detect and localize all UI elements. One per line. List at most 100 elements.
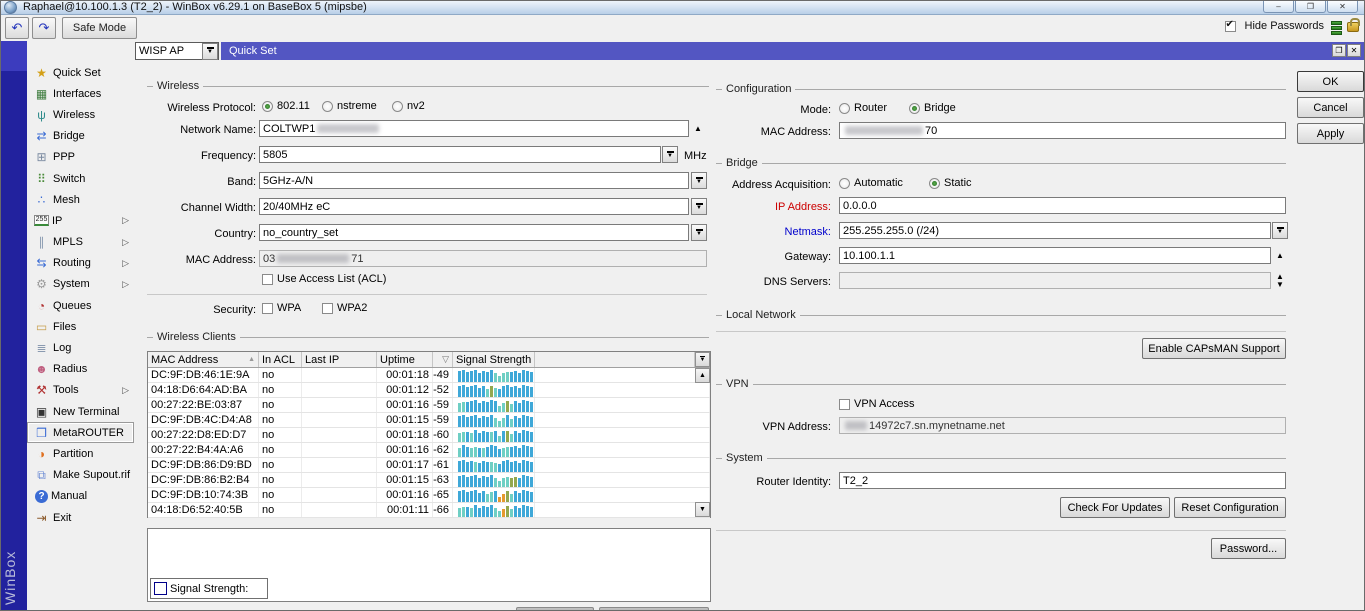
netmask-input[interactable]: 255.255.255.0 (/24): [839, 222, 1271, 239]
band-dropdown-icon[interactable]: ▼: [691, 172, 707, 189]
table-row[interactable]: 00:27:22:BE:03:87 no 00:01:16 -59: [148, 398, 710, 413]
reset-configuration-button[interactable]: Reset Configuration: [1174, 497, 1286, 518]
dns-servers-input[interactable]: [839, 272, 1271, 289]
ip-address-input[interactable]: 0.0.0.0: [839, 197, 1286, 214]
sidebar-item-partition[interactable]: ◑ Partition: [27, 443, 134, 464]
sidebar-item-metarouter[interactable]: ❒ MetaROUTER: [27, 422, 134, 444]
channel-width-input[interactable]: 20/40MHz eC: [259, 198, 689, 215]
use-access-list-checkbox[interactable]: Use Access List (ACL): [262, 273, 386, 285]
radio-acquisition-static[interactable]: Static: [929, 177, 972, 189]
sidebar-item-manual[interactable]: ? Manual: [27, 486, 134, 507]
cutoff-button-left[interactable]: [516, 607, 594, 610]
sidebar-item-quick-set[interactable]: ★ Quick Set: [27, 62, 134, 83]
sidebar-item-make-supout-rif[interactable]: ⧉ Make Supout.rif: [27, 465, 134, 486]
wpa2-checkbox[interactable]: WPA2: [322, 302, 367, 314]
hide-passwords-checkbox[interactable]: [1224, 19, 1236, 32]
radio-protocol-nstreme[interactable]: nstreme: [322, 100, 377, 112]
sidebar-item-mpls[interactable]: ∥ MPLS ▷: [27, 232, 134, 253]
quickset-mode-select[interactable]: WISP AP ▼: [135, 42, 219, 60]
minimize-icon[interactable]: –: [1263, 1, 1294, 13]
sidebar-item-interfaces[interactable]: ▦ Interfaces: [27, 83, 134, 104]
wpa-checkbox[interactable]: WPA: [262, 302, 301, 314]
signal-strength-bars: [456, 459, 534, 472]
col-signal-strength[interactable]: Signal Strength: [453, 352, 535, 367]
frequency-input[interactable]: 5805: [259, 146, 661, 163]
sidebar-item-tools[interactable]: ⚒ Tools ▷: [27, 380, 134, 401]
safe-mode-button[interactable]: Safe Mode: [62, 17, 137, 39]
scroll-up-icon[interactable]: ▲: [695, 368, 710, 383]
chevron-down-icon[interactable]: ▼: [202, 42, 218, 60]
sidebar-item-new-terminal[interactable]: ▣ New Terminal: [27, 401, 134, 422]
wireless-clients-group-legend: Wireless Clients: [147, 331, 709, 343]
country-input[interactable]: no_country_set: [259, 224, 689, 241]
maximize-icon[interactable]: ❐: [1295, 1, 1326, 13]
vpn-access-checkbox[interactable]: VPN Access: [839, 398, 915, 410]
close-icon[interactable]: ✕: [1347, 44, 1361, 57]
sidebar-item-switch[interactable]: ⠿ Switch: [27, 168, 134, 189]
sidebar-item-system[interactable]: ⚙ System ▷: [27, 274, 134, 295]
apply-button[interactable]: Apply: [1297, 123, 1364, 144]
sidebar-item-radius[interactable]: ☻ Radius: [27, 359, 134, 380]
undo-icon[interactable]: ↶: [5, 17, 29, 39]
ok-button[interactable]: OK: [1297, 71, 1364, 92]
table-row[interactable]: DC:9F:DB:4C:D4:A8 no 00:01:15 -59: [148, 413, 710, 428]
gateway-up-icon[interactable]: ▲: [1276, 252, 1284, 260]
client-mac: 00:27:22:D8:ED:D7: [148, 428, 259, 442]
radio-protocol-nv2[interactable]: nv2: [392, 100, 425, 112]
table-row[interactable]: DC:9F:DB:86:B2:B4 no 00:01:15 -63: [148, 473, 710, 488]
netmask-dropdown-icon[interactable]: ▼: [1272, 222, 1288, 239]
radio-acquisition-automatic[interactable]: Automatic: [839, 177, 903, 189]
radio-protocol-80211[interactable]: 802.11: [262, 100, 310, 112]
dns-spin-icons[interactable]: ▲ ▼: [1276, 273, 1284, 289]
table-dropdown-icon[interactable]: ▼: [695, 352, 710, 367]
password-button[interactable]: Password...: [1211, 538, 1286, 559]
sidebar-item-exit[interactable]: ⇥ Exit: [27, 507, 134, 528]
col-signal-sort[interactable]: ▽: [433, 352, 453, 367]
sidebar-item-mesh[interactable]: ∴ Mesh: [27, 189, 134, 210]
wireless-clients-table[interactable]: MAC Address ▲ In ACL Last IP Uptime ▽ Sig…: [147, 351, 711, 518]
window-titlebar[interactable]: Raphael@10.100.1.3 (T2_2) - WinBox v6.29…: [1, 1, 1364, 15]
col-last-ip[interactable]: Last IP: [302, 352, 377, 367]
spin-up-icon[interactable]: ▲: [694, 125, 702, 133]
table-row[interactable]: 04:18:D6:52:40:5B no 00:01:11 -66: [148, 503, 710, 518]
restore-icon[interactable]: ❐: [1332, 44, 1346, 57]
country-dropdown-icon[interactable]: ▼: [691, 224, 707, 241]
sidebar-item-routing[interactable]: ⇆ Routing ▷: [27, 253, 134, 274]
enable-capsman-button[interactable]: Enable CAPsMAN Support: [1142, 338, 1286, 359]
network-name-input[interactable]: COLTWP1: [259, 120, 689, 137]
sidebar-item-log[interactable]: ≣ Log: [27, 337, 134, 358]
cancel-button[interactable]: Cancel: [1297, 97, 1364, 118]
table-row[interactable]: DC:9F:DB:10:74:3B no 00:01:16 -65: [148, 488, 710, 503]
quickset-window-titlebar[interactable]: Quick Set: [221, 42, 1364, 60]
frequency-dropdown-icon[interactable]: ▼: [662, 146, 678, 163]
channel-width-dropdown-icon[interactable]: ▼: [691, 198, 707, 215]
table-row[interactable]: DC:9F:DB:46:1E:9A no 00:01:18 -49: [148, 368, 710, 383]
sidebar-item-ppp[interactable]: ⊞ PPP: [27, 147, 134, 168]
table-row[interactable]: DC:9F:DB:86:D9:BD no 00:01:17 -61: [148, 458, 710, 473]
cutoff-button-right[interactable]: [599, 607, 709, 610]
sidebar-item-wireless[interactable]: ψ Wireless: [27, 104, 134, 125]
gateway-input[interactable]: 10.100.1.1: [839, 247, 1271, 264]
radio-mode-router[interactable]: Router: [839, 102, 887, 114]
table-row[interactable]: 00:27:22:B4:4A:A6 no 00:01:16 -62: [148, 443, 710, 458]
help-icon: ?: [35, 489, 48, 503]
config-mac-input[interactable]: 70: [839, 122, 1286, 139]
router-identity-input[interactable]: T2_2: [839, 472, 1286, 489]
radio-mode-bridge[interactable]: Bridge: [909, 102, 956, 114]
redo-icon[interactable]: ↷: [32, 17, 56, 39]
sidebar-item-queues[interactable]: ◔ Queues: [27, 295, 134, 316]
close-icon[interactable]: ✕: [1327, 1, 1358, 13]
sidebar-item-bridge[interactable]: ⇄ Bridge: [27, 126, 134, 147]
sidebar-item-ip[interactable]: 255 IP ▷: [27, 210, 134, 231]
hide-passwords-toggle[interactable]: Hide Passwords: [1224, 19, 1324, 32]
col-uptime[interactable]: Uptime: [377, 352, 433, 367]
col-in-acl[interactable]: In ACL: [259, 352, 302, 367]
scroll-down-icon[interactable]: ▼: [695, 502, 710, 517]
col-mac-address[interactable]: MAC Address ▲: [148, 352, 259, 367]
table-row[interactable]: 04:18:D6:64:AD:BA no 00:01:12 -52: [148, 383, 710, 398]
band-input[interactable]: 5GHz-A/N: [259, 172, 689, 189]
table-row[interactable]: 00:27:22:D8:ED:D7 no 00:01:18 -60: [148, 428, 710, 443]
check-for-updates-button[interactable]: Check For Updates: [1060, 497, 1170, 518]
sidebar-item-files[interactable]: ▭ Files: [27, 316, 134, 337]
client-in-acl: no: [259, 473, 302, 487]
